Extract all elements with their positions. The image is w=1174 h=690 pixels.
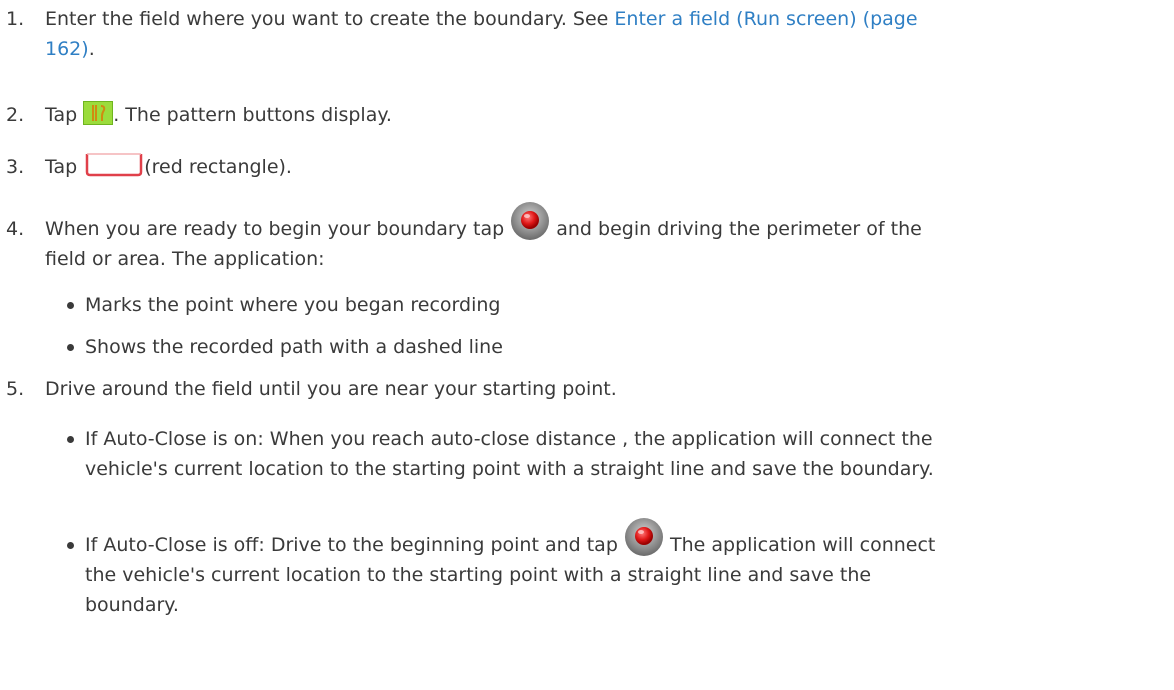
instructions-document: 1. Enter the field where you want to cre… xyxy=(0,0,1174,690)
link-text-line2: 162) xyxy=(45,38,89,60)
record-button-icon xyxy=(510,201,550,241)
record-button-icon xyxy=(624,517,664,557)
step-text: Tap xyxy=(45,104,78,126)
list-item: Marks the point where you began recordin… xyxy=(67,290,1157,320)
step-text-end: (red rectangle). xyxy=(144,156,292,178)
step-number: 3. xyxy=(6,156,25,178)
list-item: Shows the recorded path with a dashed li… xyxy=(67,332,1157,362)
step-2: 2. Tap . The pattern buttons display. xyxy=(6,100,1156,130)
step-4: 4. When you are ready to begin your boun… xyxy=(6,201,1156,274)
step-number: 2. xyxy=(6,104,25,126)
red-rectangle-icon xyxy=(83,152,144,177)
step-text: Drive around the field until you are nea… xyxy=(45,378,617,400)
bullet-text-line3: boundary. xyxy=(85,594,179,616)
step-text-cont: and begin driving the perimeter of the xyxy=(556,218,922,240)
step-number: 4. xyxy=(6,218,25,240)
step-text: Enter the field where you want to create… xyxy=(45,8,615,30)
list-item: If Auto-Close is off: Drive to the begin… xyxy=(67,517,1157,620)
bullet-dot xyxy=(67,302,74,309)
step-text: When you are ready to begin your boundar… xyxy=(45,218,505,240)
bullet-text-line1: If Auto-Close is on: When you reach auto… xyxy=(85,428,933,450)
bullet-dot xyxy=(67,344,74,351)
bullet-text-line2: vehicle's current location to the starti… xyxy=(85,458,934,480)
step-text: Tap xyxy=(45,156,78,178)
link-text-line1: Enter a field (Run screen) (page xyxy=(614,8,918,30)
bullet-dot xyxy=(67,436,74,443)
step-number: 5. xyxy=(6,378,25,400)
bullet-dot xyxy=(67,542,74,549)
step-text-line2: field or area. The application: xyxy=(45,248,325,270)
step-3: 3. Tap (red rectangle). xyxy=(6,152,1156,182)
step-1: 1. Enter the field where you want to cre… xyxy=(6,4,1156,64)
step-number: 1. xyxy=(6,8,25,30)
step-5: 5. Drive around the field until you are … xyxy=(6,374,1156,404)
bullet-text-line1: If Auto-Close is off: Drive to the begin… xyxy=(85,534,618,556)
bullet-text: Shows the recorded path with a dashed li… xyxy=(85,336,503,358)
bullet-text: Marks the point where you began recordin… xyxy=(85,294,501,316)
bullet-text-cont: The application will connect xyxy=(669,534,936,556)
step-text-end: . The pattern buttons display. xyxy=(113,104,392,126)
list-item: If Auto-Close is on: When you reach auto… xyxy=(67,424,1157,484)
pattern-icon xyxy=(83,100,114,125)
bullet-text-line2: the vehicle's current location to the st… xyxy=(85,564,872,586)
step-text-end: . xyxy=(88,38,95,60)
